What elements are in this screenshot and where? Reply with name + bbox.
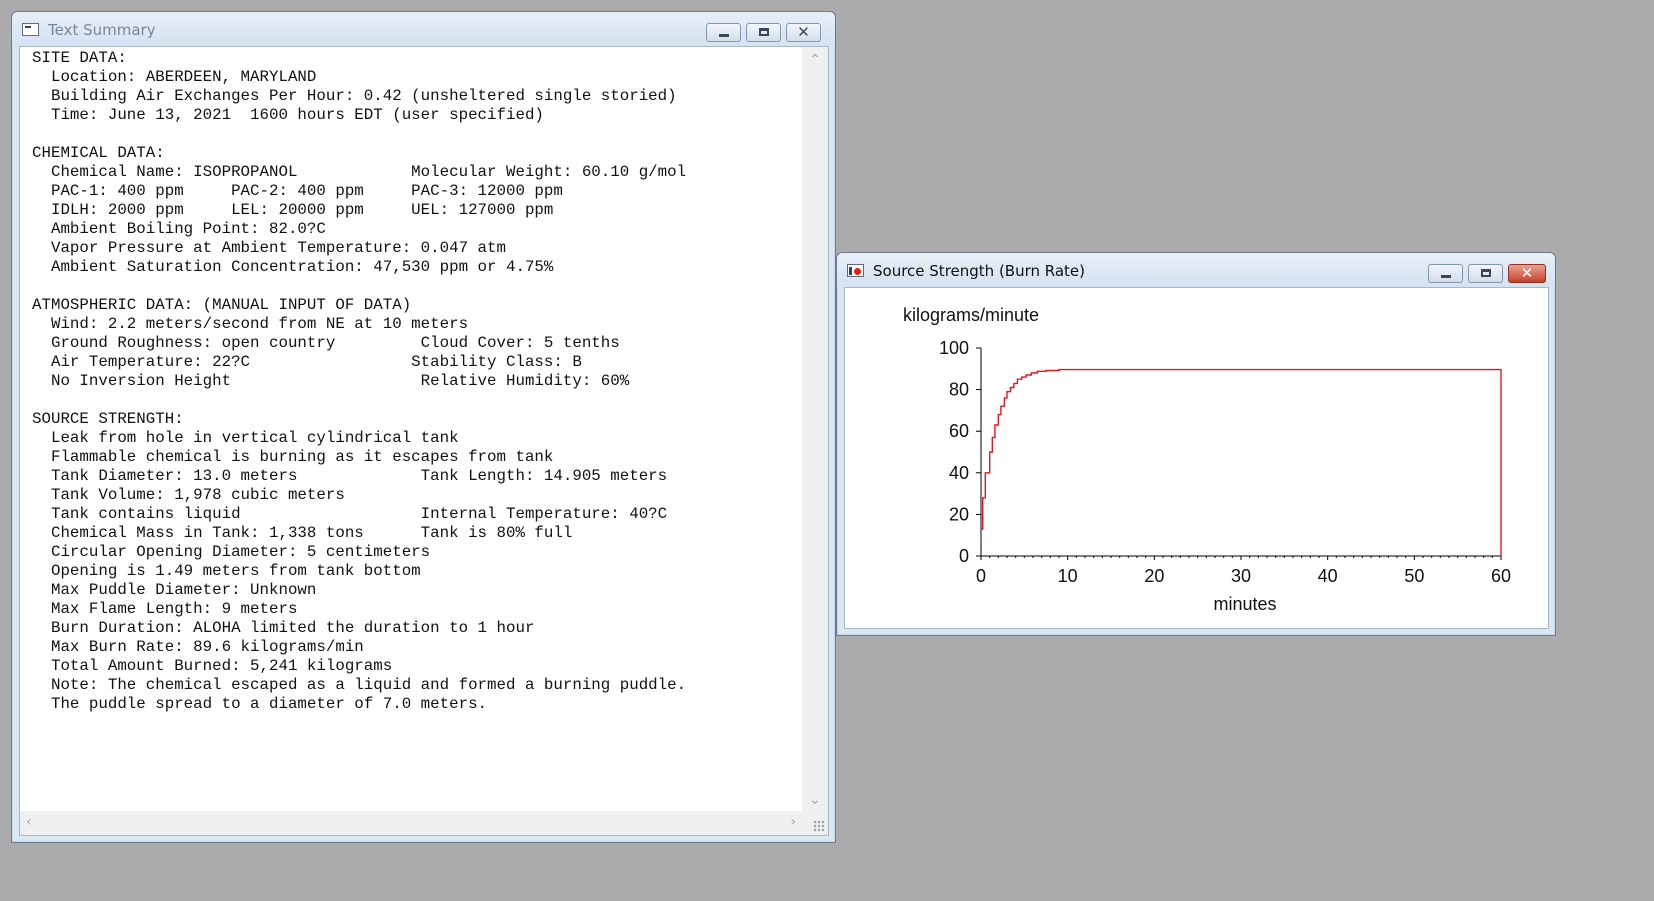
summary-line: Tank contains liquid Internal Temperatur… — [32, 505, 668, 523]
window-title: Text Summary — [48, 21, 156, 39]
close-button[interactable]: ✕ — [786, 23, 821, 42]
burn-rate-chart: kilograms/minute minutes 0 20 40 60 80 100 0 10… — [903, 305, 1511, 614]
y-tick-label: 80 — [949, 380, 969, 400]
summary-line: SOURCE STRENGTH: — [32, 410, 184, 428]
summary-line: Ground Roughness: open country Cloud Cov… — [32, 334, 620, 352]
scroll-right-arrow-icon[interactable]: › — [790, 815, 796, 829]
source-strength-window: Source Strength (Burn Rate) ✕ kilograms/… — [836, 252, 1556, 636]
minimize-button[interactable] — [706, 23, 741, 42]
summary-line: Flammable chemical is burning as it esca… — [32, 448, 554, 466]
x-tick-label: 10 — [1058, 566, 1078, 586]
source-strength-titlebar[interactable]: Source Strength (Burn Rate) ✕ — [837, 253, 1555, 287]
vertical-scrollbar[interactable]: ⌃ ⌄ — [802, 47, 828, 835]
text-summary-content: SITE DATA: Location: ABERDEEN, MARYLAND … — [19, 46, 829, 836]
summary-line: Tank Diameter: 13.0 meters Tank Length: … — [32, 467, 668, 485]
maximize-button[interactable] — [1468, 264, 1503, 283]
summary-line: Burn Duration: ALOHA limited the duratio… — [32, 619, 535, 637]
chart-area: kilograms/minute minutes 0 20 40 60 80 100 0 10… — [844, 287, 1549, 629]
summary-line: Chemical Mass in Tank: 1,338 tons Tank i… — [32, 524, 573, 542]
text-summary-titlebar[interactable]: Text Summary ✕ — [12, 12, 835, 46]
scroll-left-arrow-icon[interactable]: ‹ — [26, 815, 32, 829]
chart-axes: 0 20 40 60 80 100 0 10 20 30 40 50 60 — [939, 338, 1511, 586]
close-icon: ✕ — [1520, 264, 1534, 282]
summary-line: Vapor Pressure at Ambient Temperature: 0… — [32, 239, 506, 257]
scroll-down-arrow-icon[interactable]: ⌄ — [809, 793, 821, 807]
summary-line: Time: June 13, 2021 1600 hours EDT (user… — [32, 106, 544, 124]
maximize-button[interactable] — [746, 23, 781, 42]
minimize-icon — [1441, 275, 1451, 278]
summary-line: PAC-1: 400 ppm PAC-2: 400 ppm PAC-3: 120… — [32, 182, 563, 200]
summary-line: Ambient Boiling Point: 82.0?C — [32, 220, 326, 238]
maximize-icon — [1481, 269, 1491, 277]
summary-line: Wind: 2.2 meters/second from NE at 10 me… — [32, 315, 469, 333]
chart-series — [981, 368, 1502, 556]
x-tick-label: 60 — [1491, 566, 1511, 586]
x-tick-label: 50 — [1404, 566, 1424, 586]
x-tick-label: 0 — [976, 566, 986, 586]
document-icon — [22, 23, 39, 36]
x-tick-label: 30 — [1231, 566, 1251, 586]
summary-line: ATMOSPHERIC DATA: (MANUAL INPUT OF DATA) — [32, 296, 412, 314]
summary-line: Building Air Exchanges Per Hour: 0.42 (u… — [32, 87, 677, 105]
y-axis-label: kilograms/minute — [903, 305, 1039, 325]
x-axis-label: minutes — [1213, 594, 1276, 614]
summary-line: SITE DATA: — [32, 49, 127, 67]
summary-line: Location: ABERDEEN, MARYLAND — [32, 68, 317, 86]
window-title: Source Strength (Burn Rate) — [873, 262, 1086, 280]
horizontal-scrollbar[interactable]: ‹ › — [20, 811, 828, 835]
summary-line: Max Flame Length: 9 meters — [32, 600, 298, 618]
y-tick-label: 40 — [949, 463, 969, 483]
chart-icon — [847, 264, 864, 277]
close-button[interactable]: ✕ — [1508, 264, 1546, 283]
summary-line: Chemical Name: ISOPROPANOL Molecular Wei… — [32, 163, 687, 181]
x-tick-label: 20 — [1144, 566, 1164, 586]
summary-line: Air Temperature: 22?C Stability Class: B — [32, 353, 582, 371]
summary-line: The puddle spread to a diameter of 7.0 m… — [32, 695, 488, 713]
minimize-button[interactable] — [1428, 264, 1463, 283]
y-tick-label: 100 — [939, 338, 969, 358]
close-icon: ✕ — [797, 23, 810, 41]
summary-line: Opening is 1.49 meters from tank bottom — [32, 562, 421, 580]
x-tick-label: 40 — [1318, 566, 1338, 586]
y-tick-label: 60 — [949, 421, 969, 441]
summary-line: No Inversion Height Relative Humidity: 6… — [32, 372, 630, 390]
summary-line: CHEMICAL DATA: — [32, 144, 165, 162]
summary-line: Total Amount Burned: 5,241 kilograms — [32, 657, 393, 675]
minimize-icon — [719, 34, 729, 37]
resize-grip-icon[interactable] — [813, 820, 825, 832]
scroll-up-arrow-icon[interactable]: ⌃ — [809, 53, 821, 67]
text-summary-window: Text Summary ✕ SITE DATA: Location: ABER… — [11, 11, 836, 843]
summary-line: Max Burn Rate: 89.6 kilograms/min — [32, 638, 364, 656]
summary-line: Ambient Saturation Concentration: 47,530… — [32, 258, 554, 276]
maximize-icon — [759, 28, 769, 36]
y-tick-label: 0 — [959, 546, 969, 566]
summary-line: Leak from hole in vertical cylindrical t… — [32, 429, 459, 447]
y-tick-label: 20 — [949, 504, 969, 524]
summary-line: IDLH: 2000 ppm LEL: 20000 ppm UEL: 12700… — [32, 201, 554, 219]
burn-rate-line — [981, 368, 1502, 556]
summary-line: Max Puddle Diameter: Unknown — [32, 581, 317, 599]
summary-text: SITE DATA: Location: ABERDEEN, MARYLAND … — [32, 49, 686, 714]
summary-line: Note: The chemical escaped as a liquid a… — [32, 676, 687, 694]
summary-line: Circular Opening Diameter: 5 centimeters — [32, 543, 431, 561]
summary-line: Tank Volume: 1,978 cubic meters — [32, 486, 345, 504]
